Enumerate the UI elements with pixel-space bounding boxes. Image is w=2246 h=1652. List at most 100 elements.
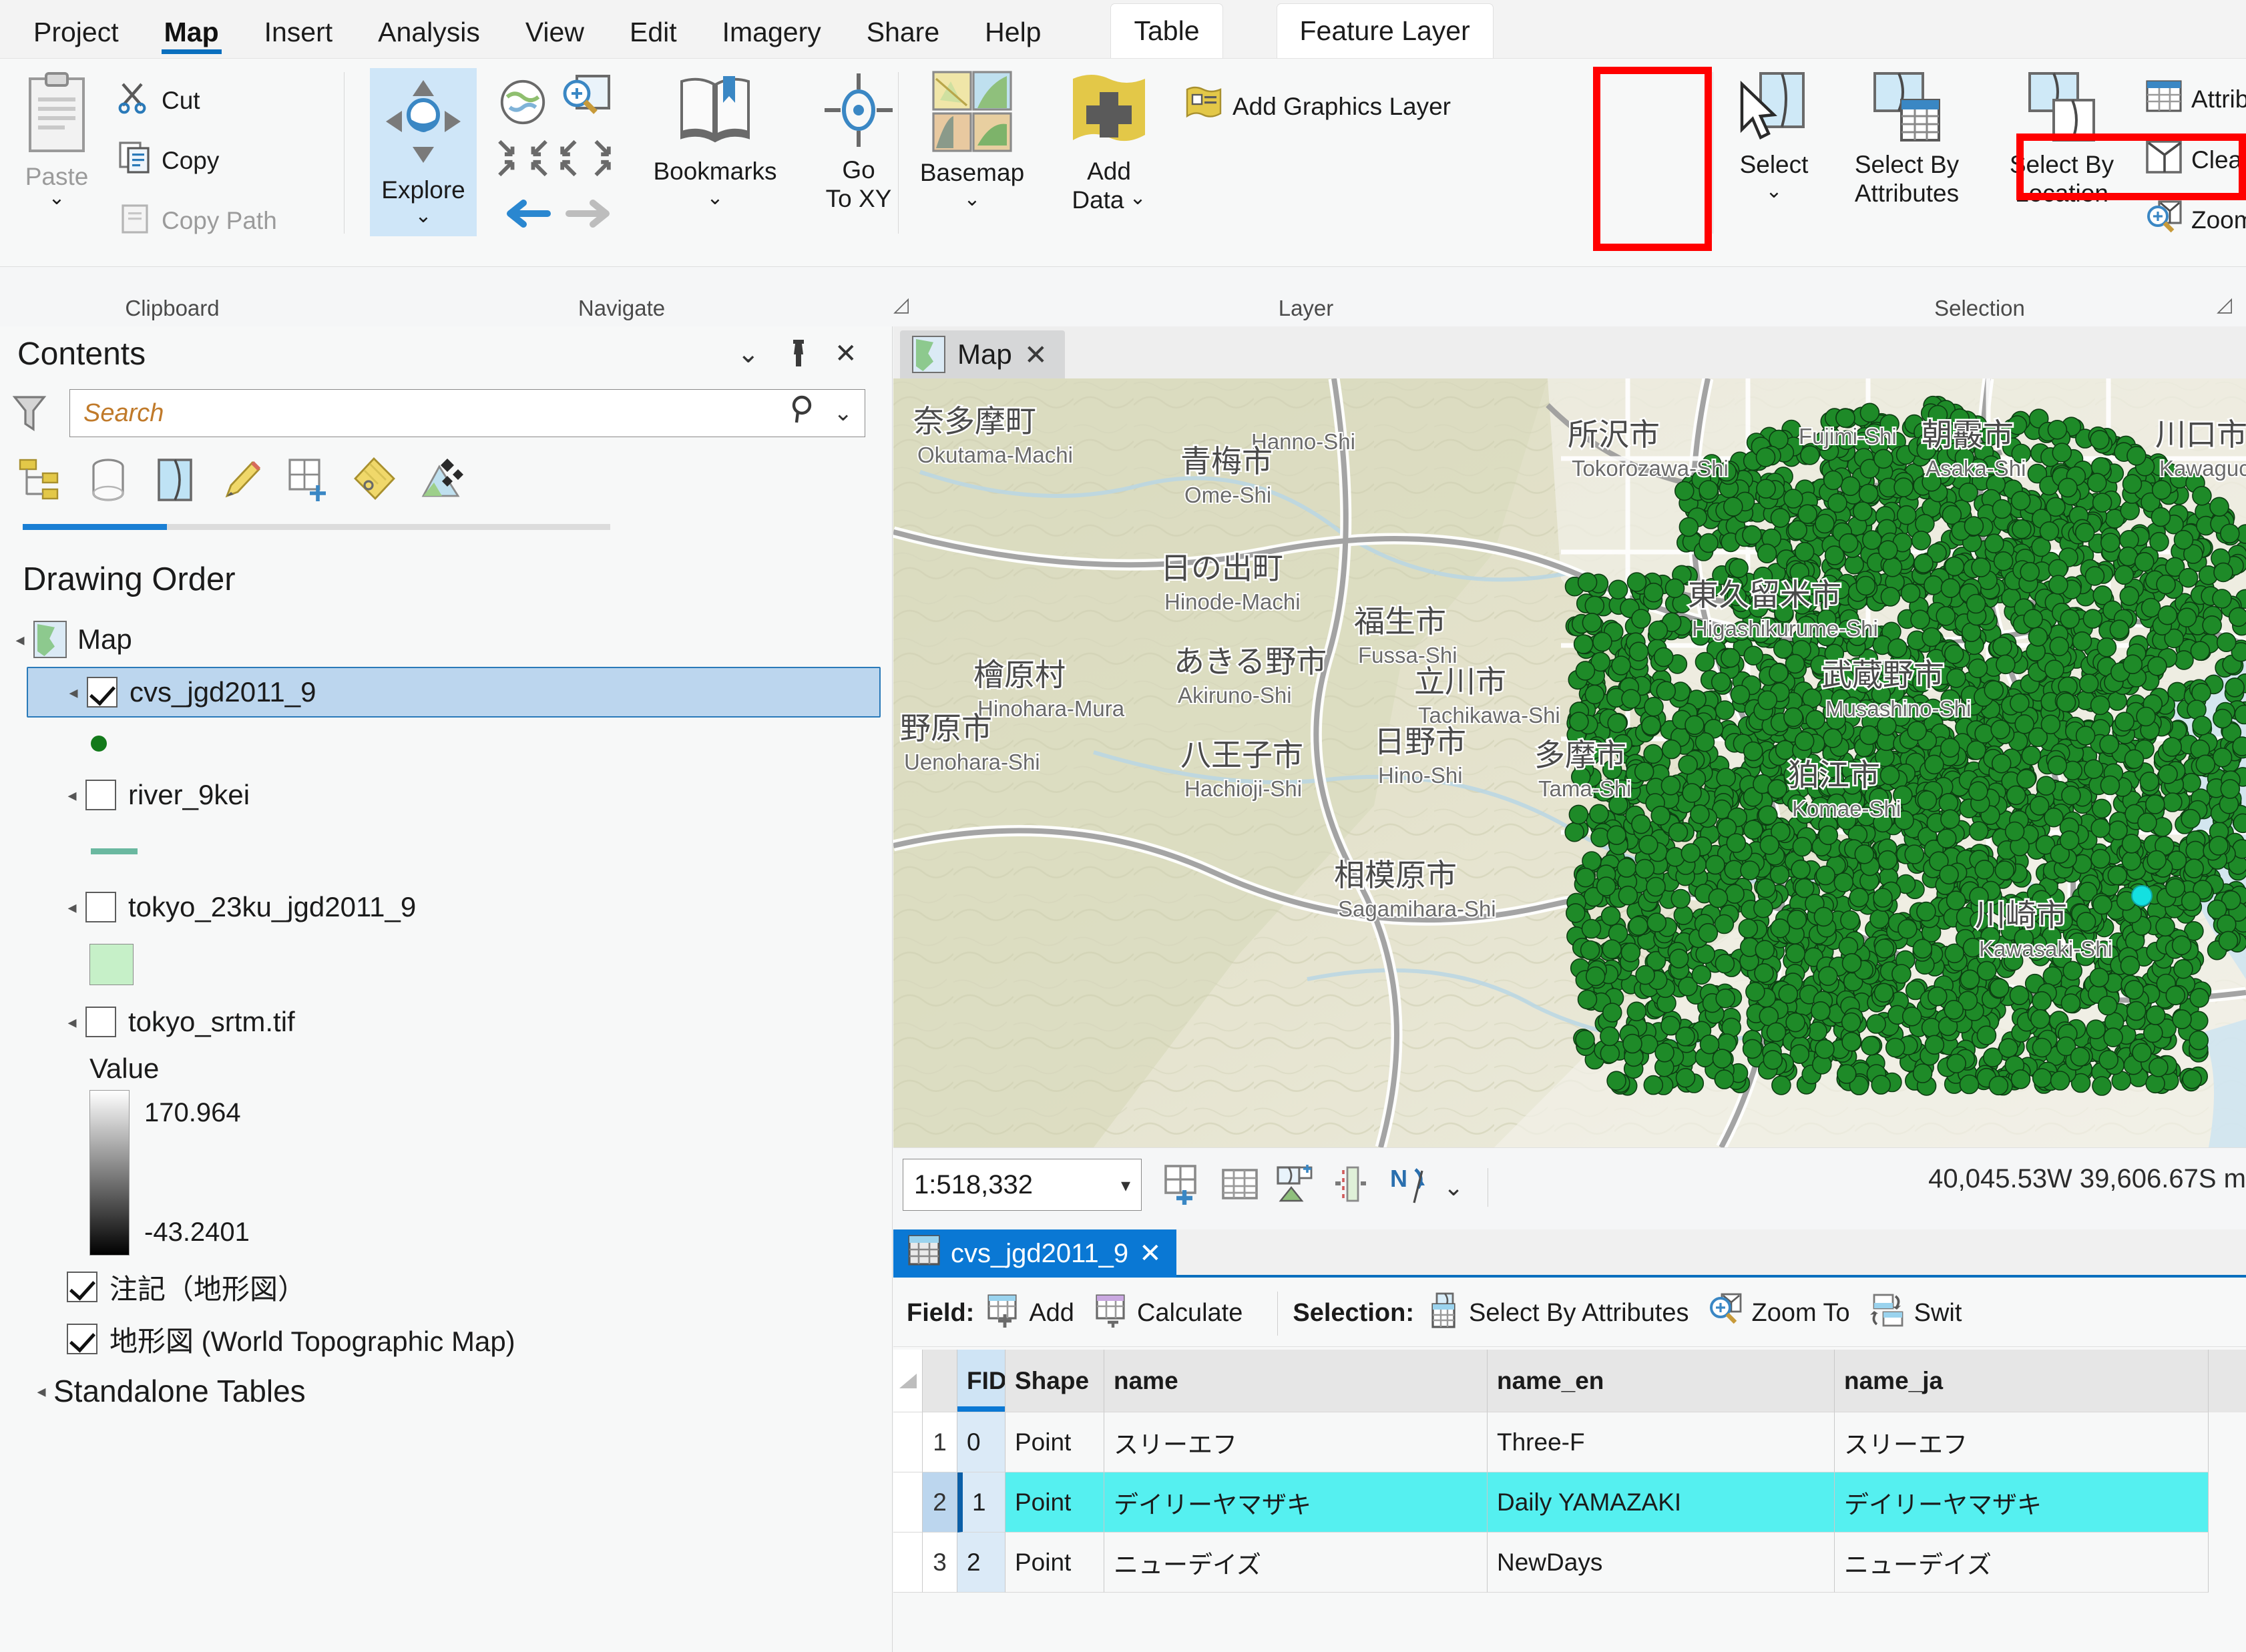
ribbon-tab-insert[interactable]: Insert xyxy=(242,6,356,58)
column-header-fid[interactable]: FID xyxy=(957,1350,1005,1412)
standalone-tables-expander-icon[interactable]: ◂ xyxy=(29,1381,53,1402)
map-view-tab[interactable]: Map ✕ xyxy=(900,330,1065,378)
tokyo23ku-visibility-checkbox[interactable] xyxy=(85,892,116,922)
ribbon-tab-imagery[interactable]: Imagery xyxy=(700,6,844,58)
zoom-to-selection-button[interactable]: Zoom To xyxy=(2146,200,2246,240)
contents-toolbar-scrollbar[interactable] xyxy=(23,524,610,530)
map-expander-icon[interactable]: ◂ xyxy=(7,629,33,650)
table-add-field-button[interactable]: Add xyxy=(986,1293,1074,1334)
bookmarks-caret[interactable]: ⌄ xyxy=(706,188,723,209)
full-extent-icon[interactable] xyxy=(497,76,549,135)
column-header-shape[interactable]: Shape xyxy=(1005,1350,1104,1412)
tokyo23ku-expander-icon[interactable]: ◂ xyxy=(59,897,85,918)
search-icon[interactable] xyxy=(789,394,818,432)
cell-fid[interactable]: 0 xyxy=(957,1412,1005,1472)
topographic-visibility-checkbox[interactable] xyxy=(67,1324,97,1354)
tree-item-tokyo-23ku[interactable]: ◂ tokyo_23ku_jgd2011_9 xyxy=(0,882,893,932)
explore-button[interactable]: Explore ⌄ xyxy=(370,68,477,236)
paste-button[interactable]: Paste ⌄ xyxy=(7,71,107,208)
selection-group-expander[interactable]: ◿ xyxy=(2217,293,2232,316)
select-button[interactable]: Select ⌄ xyxy=(1724,71,1824,202)
column-header-name[interactable]: name xyxy=(1104,1350,1488,1412)
srtm-expander-icon[interactable]: ◂ xyxy=(59,1012,85,1033)
table-row[interactable]: 1 0 Point スリーエフ Three-F スリーエフ xyxy=(893,1412,2246,1472)
ribbon-tab-help[interactable]: Help xyxy=(962,6,1064,58)
contents-close-icon[interactable]: ✕ xyxy=(835,338,857,369)
ribbon-tab-share[interactable]: Share xyxy=(844,6,962,58)
map-tab-close-icon[interactable]: ✕ xyxy=(1024,338,1048,371)
add-grid-icon[interactable] xyxy=(1163,1163,1204,1211)
tree-item-annotation-layer[interactable]: 注記（地形図） xyxy=(0,1261,893,1313)
map-canvas[interactable]: 奈多摩町 Okutama-Machi Hanno-Shi 青梅市 Ome-Shi 所沢市 T… xyxy=(893,378,2246,1147)
more-status-caret-icon[interactable]: ⌄ xyxy=(1443,1173,1464,1201)
cell-name-ja[interactable]: デイリーヤマザキ xyxy=(1835,1472,2209,1533)
map-scale-selector[interactable]: 1:518,332 ▾ xyxy=(903,1159,1142,1211)
select-caret[interactable]: ⌄ xyxy=(1765,181,1782,202)
cut-button[interactable]: Cut xyxy=(118,80,200,121)
list-by-editing-icon[interactable] xyxy=(218,456,266,511)
river-expander-icon[interactable]: ◂ xyxy=(59,785,85,806)
cell-name[interactable]: デイリーヤマザキ xyxy=(1104,1472,1488,1533)
next-extent-icon[interactable] xyxy=(565,196,614,239)
attribute-table-tab[interactable]: cvs_jgd2011_9 ✕ xyxy=(893,1229,1176,1278)
basemap-caret[interactable]: ⌄ xyxy=(963,189,980,210)
cell-shape[interactable]: Point xyxy=(1005,1472,1104,1533)
list-by-data-source-icon[interactable] xyxy=(84,456,132,511)
table-zoom-to-button[interactable]: Zoom To xyxy=(1709,1293,1850,1334)
cell-fid[interactable]: 1 xyxy=(957,1472,1005,1533)
tree-item-map[interactable]: ◂ Map xyxy=(0,612,893,667)
previous-extent-icon[interactable] xyxy=(502,196,551,239)
cell-fid[interactable]: 2 xyxy=(957,1533,1005,1593)
select-all-corner-cell[interactable] xyxy=(893,1350,923,1412)
annotation-visibility-checkbox[interactable] xyxy=(67,1272,97,1302)
grid-icon[interactable] xyxy=(1219,1163,1261,1211)
north-arrow-icon[interactable]: N xyxy=(1387,1163,1429,1212)
contents-menu-caret-icon[interactable]: ⌄ xyxy=(737,338,760,369)
tree-item-cvs-jgd2011-9[interactable]: ◂ cvs_jgd2011_9 xyxy=(27,667,881,718)
ribbon-tab-edit[interactable]: Edit xyxy=(607,6,700,58)
srtm-visibility-checkbox[interactable] xyxy=(85,1007,116,1037)
column-header-name-ja[interactable]: name_ja xyxy=(1835,1350,2209,1412)
tree-item-tokyo-srtm[interactable]: ◂ tokyo_srtm.tif xyxy=(0,997,893,1047)
river-visibility-checkbox[interactable] xyxy=(85,780,116,810)
filter-icon[interactable] xyxy=(11,394,48,440)
contents-search-input[interactable]: Search ⌄ xyxy=(69,389,865,437)
zoom-out-arrows-icon[interactable] xyxy=(497,139,549,184)
ribbon-tab-feature-layer[interactable]: Feature Layer xyxy=(1276,3,1494,58)
table-calculate-button[interactable]: Calculate xyxy=(1094,1293,1243,1334)
ribbon-tab-view[interactable]: View xyxy=(503,6,607,58)
add-data-caret[interactable]: ⌄ xyxy=(1130,188,1146,208)
ribbon-tab-table[interactable]: Table xyxy=(1110,3,1223,58)
cell-name[interactable]: スリーエフ xyxy=(1104,1412,1488,1472)
cell-name-en[interactable]: NewDays xyxy=(1488,1533,1835,1593)
selection-chip-icon[interactable] xyxy=(1275,1163,1317,1211)
attribute-table-tab-close-icon[interactable]: ✕ xyxy=(1139,1238,1162,1269)
list-by-drawing-order-icon[interactable] xyxy=(17,456,65,511)
ribbon-tab-analysis[interactable]: Analysis xyxy=(355,6,503,58)
ribbon-tab-project[interactable]: Project xyxy=(11,6,142,58)
add-graphics-layer-button[interactable]: Add Graphics Layer xyxy=(1184,84,1451,129)
attributes-button[interactable]: Attributes xyxy=(2146,80,2246,118)
list-by-labeling-icon[interactable] xyxy=(351,456,399,511)
select-by-attributes-button[interactable]: Select By Attributes xyxy=(1833,71,1980,207)
table-row[interactable]: 2 1 Point デイリーヤマザキ Daily YAMAZAKI デイリーヤマ… xyxy=(893,1472,2246,1533)
measure-icon[interactable] xyxy=(1331,1163,1373,1211)
contents-pin-icon[interactable] xyxy=(785,338,812,374)
table-select-by-attributes-button[interactable]: Select By Attributes xyxy=(1426,1292,1689,1335)
copy-button[interactable]: Copy xyxy=(118,140,219,181)
cell-name-en[interactable]: Three-F xyxy=(1488,1412,1835,1472)
list-by-snapping-icon[interactable] xyxy=(284,456,332,511)
standalone-tables-header[interactable]: ◂ Standalone Tables xyxy=(0,1365,893,1417)
table-row[interactable]: 3 2 Point ニューデイズ NewDays ニューデイズ xyxy=(893,1533,2246,1593)
cell-shape[interactable]: Point xyxy=(1005,1412,1104,1472)
explore-caret[interactable]: ⌄ xyxy=(415,204,431,228)
paste-caret[interactable]: ⌄ xyxy=(48,188,65,209)
cvs-visibility-checkbox[interactable] xyxy=(87,677,118,708)
cvs-expander-icon[interactable]: ◂ xyxy=(60,682,87,703)
fixed-zoom-in-icon[interactable] xyxy=(558,72,614,135)
list-by-selection-icon[interactable] xyxy=(151,456,199,511)
table-switch-selection-button[interactable]: Swit xyxy=(1869,1292,1962,1335)
cell-shape[interactable]: Point xyxy=(1005,1533,1104,1593)
cell-name-ja[interactable]: ニューデイズ xyxy=(1835,1533,2209,1593)
cell-name[interactable]: ニューデイズ xyxy=(1104,1533,1488,1593)
